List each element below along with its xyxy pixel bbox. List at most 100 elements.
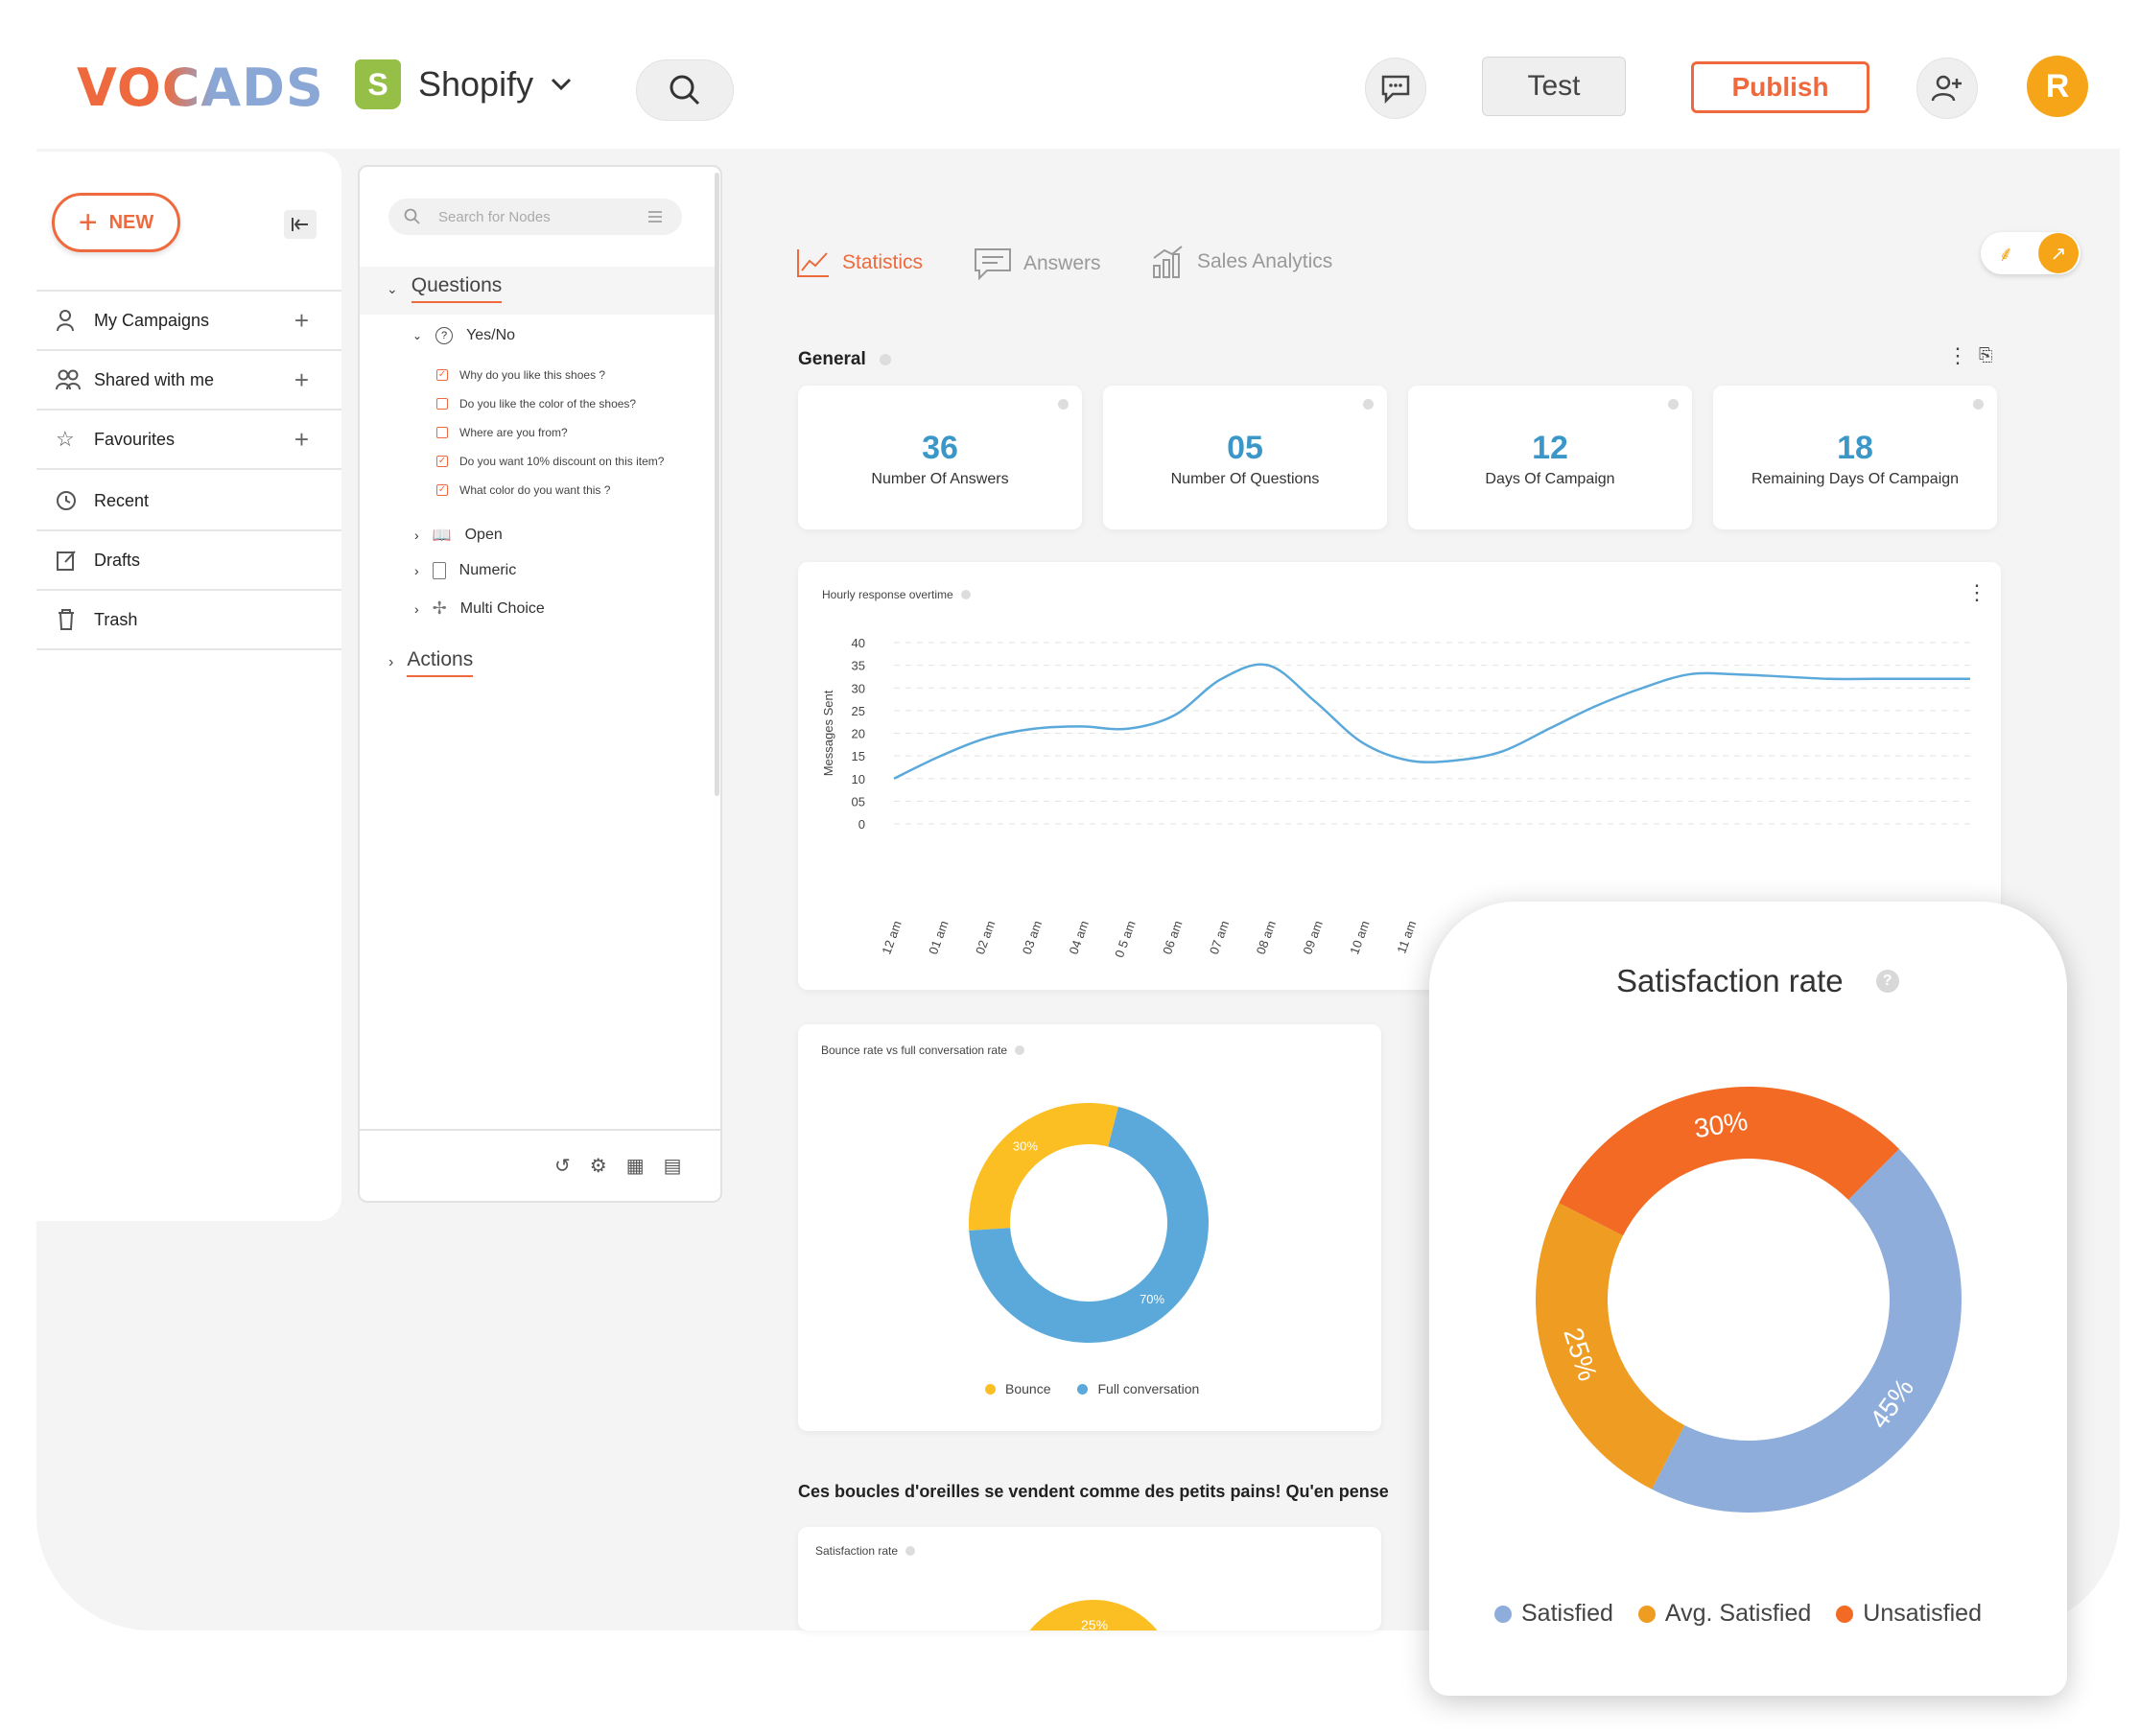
export-icon[interactable]: ⎘ [1979, 345, 1992, 365]
actions-node[interactable]: › Actions [388, 648, 474, 677]
info-icon [1015, 1045, 1025, 1055]
stat-value: 12 [1532, 430, 1568, 466]
tab-answers[interactable]: Answers [974, 247, 1101, 280]
legend-label: Avg. Satisfied [1664, 1600, 1812, 1627]
sidebar-item-label: Trash [94, 609, 138, 629]
add-icon[interactable]: + [294, 425, 309, 455]
bar-chart-icon [1153, 246, 1183, 278]
legend-item: Avg. Satisfied [1637, 1600, 1812, 1628]
line-chart-icon [797, 249, 829, 277]
chevron-down-icon: ⌄ [412, 329, 423, 342]
checkbox-checked[interactable]: ✓ [436, 369, 448, 381]
satisfaction-title-row: Satisfaction rate ? [1616, 963, 1899, 999]
sidebar-item-label: Recent [94, 490, 150, 510]
question-item[interactable]: ✓ What color do you want this ? [436, 483, 664, 497]
search-icon [404, 208, 420, 224]
test-button[interactable]: Test [1482, 57, 1626, 116]
question-item[interactable]: ✓ Do you want 10% discount on this item? [436, 455, 664, 468]
tree-scrollbar[interactable] [715, 173, 719, 796]
kebab-menu-icon[interactable]: ⋮ [1966, 580, 1987, 605]
book-icon: 📖 [432, 528, 452, 544]
plus-icon: + [78, 204, 98, 241]
tab-statistics[interactable]: Statistics [796, 247, 923, 278]
filter-icon[interactable] [647, 210, 663, 223]
donut-slice [1652, 1149, 1962, 1513]
tree-group-label: Numeric [458, 562, 517, 578]
x-tick-label: 12 am [879, 919, 904, 956]
sidebar-item-favourites[interactable]: ☆ Favourites + [36, 411, 341, 470]
branch-icon: ✢ [432, 598, 447, 618]
y-tick-label: 10 [852, 772, 865, 786]
y-tick-label: 05 [852, 794, 865, 809]
add-icon[interactable]: + [294, 306, 309, 336]
question-heading: Ces boucles d'oreilles se vendent comme … [798, 1482, 1389, 1501]
checkbox-unchecked[interactable] [436, 398, 448, 410]
search-placeholder: Search for Nodes [438, 208, 551, 225]
store-label: Shopify [418, 64, 534, 104]
sidebar-item-my-campaigns[interactable]: My Campaigns + [36, 292, 341, 351]
user-icon [57, 310, 74, 332]
tab-label: Sales Analytics [1197, 250, 1333, 272]
add-user-button[interactable] [1916, 58, 1978, 119]
x-tick-label: 02 am [973, 919, 998, 956]
settings-icon[interactable]: ⚙ [590, 1154, 607, 1178]
trend-chart-icon[interactable]: ↗ [2038, 233, 2079, 273]
chart-title-text: Bounce rate vs full conversation rate [821, 1044, 1008, 1057]
tab-sales-analytics[interactable]: Sales Analytics [1151, 245, 1332, 279]
tree-group-open[interactable]: › 📖 Open [414, 526, 503, 545]
yesno-questions-list: ✓ Why do you like this shoes ? Do you lik… [436, 368, 664, 497]
legend-swatch-unsatisfied [1836, 1605, 1854, 1623]
bounce-donut-chart: 30% 70% [969, 1103, 1209, 1343]
search-button[interactable] [636, 59, 734, 121]
history-icon[interactable]: ↺ [554, 1154, 571, 1178]
collapse-sidebar-button[interactable] [284, 210, 317, 239]
sidebar-item-shared[interactable]: Shared with me + [36, 351, 341, 411]
view-toggle[interactable]: ⸙ ↗ [1981, 232, 2080, 274]
question-item[interactable]: Do you like the color of the shoes? [436, 397, 664, 411]
chevron-right-icon: › [388, 654, 394, 670]
satisfaction-title: Satisfaction rate [1616, 963, 1844, 998]
store-selector[interactable]: S Shopify [355, 59, 572, 109]
sidebar-item-drafts[interactable]: Drafts [36, 531, 341, 591]
checkbox-checked[interactable]: ✓ [436, 484, 448, 496]
vocads-logo[interactable]: VOCADS [77, 58, 324, 118]
checkbox-checked[interactable]: ✓ [436, 456, 448, 467]
legend-item: Unsatisfied [1836, 1600, 1982, 1628]
question-label: What color do you want this ? [459, 483, 611, 497]
kebab-menu-icon[interactable]: ⋮ [1947, 343, 1968, 368]
satisfaction-donut-chart: 45%25%30% [1536, 1087, 1962, 1513]
sidebar-item-recent[interactable]: Recent [36, 472, 341, 531]
stat-value: 36 [922, 430, 958, 466]
stat-card-answers: 36 Number Of Answers [798, 386, 1082, 529]
info-icon [879, 354, 891, 365]
search-nodes-input[interactable]: Search for Nodes [388, 199, 682, 235]
checkbox-unchecked[interactable] [436, 427, 448, 438]
question-item[interactable]: ✓ Why do you like this shoes ? [436, 368, 664, 382]
question-label: Do you want 10% discount on this item? [459, 455, 665, 468]
y-tick-label: 40 [852, 636, 865, 650]
sidebar-item-trash[interactable]: Trash [36, 591, 341, 650]
chat-button[interactable] [1365, 58, 1426, 119]
wheat-icon[interactable]: ⸙ [1998, 239, 2014, 268]
tab-label: Statistics [842, 251, 924, 273]
help-icon[interactable]: ? [1875, 970, 1899, 993]
legend-item: Full conversation [1077, 1381, 1199, 1396]
chat-icon [1381, 75, 1410, 104]
save-icon[interactable]: ▤ [664, 1154, 682, 1178]
tree-group-multichoice[interactable]: › ✢ Multi Choice [414, 598, 545, 619]
search-icon [670, 75, 700, 106]
grid-icon[interactable]: ▦ [626, 1154, 645, 1178]
chevron-right-icon: › [414, 563, 419, 578]
publish-button[interactable]: Publish [1691, 61, 1869, 113]
add-icon[interactable]: + [294, 365, 309, 395]
question-label: Why do you like this shoes ? [459, 368, 606, 382]
clock-icon [57, 491, 76, 510]
new-campaign-button[interactable]: + NEW [52, 193, 180, 252]
questions-node[interactable]: ⌄ Questions [387, 274, 503, 303]
legend-swatch-satisfied [1494, 1605, 1512, 1623]
legend-item: Bounce [985, 1381, 1050, 1396]
tree-group-numeric[interactable]: › Numeric [414, 562, 516, 579]
avatar[interactable]: R [2027, 56, 2088, 117]
question-item[interactable]: Where are you from? [436, 426, 664, 439]
yesno-node[interactable]: ⌄ ? Yes/No [412, 327, 515, 344]
